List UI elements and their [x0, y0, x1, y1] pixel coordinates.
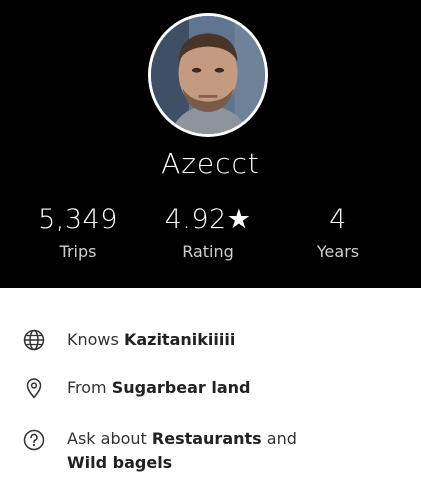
stat-trips: 5,349 Trips [13, 204, 143, 261]
location-pin-icon [26, 378, 42, 399]
ask-about-text: Ask about Restaurants and Wild bagels [67, 427, 403, 475]
driver-profile: Azecct 5,349 Trips 4.92★ Rating 4 Years … [0, 0, 421, 498]
stat-years: 4 Years [273, 204, 403, 261]
ask-about-joiner: and [261, 429, 297, 448]
avatar-photo [151, 16, 265, 134]
profile-header: Azecct 5,349 Trips 4.92★ Rating 4 Years [0, 0, 421, 288]
stat-trips-label: Trips [59, 242, 97, 261]
hometown-text: From Sugarbear land [67, 376, 403, 400]
stat-rating-value: 4.92★ [164, 204, 252, 235]
stat-trips-value: 5,349 [38, 204, 118, 235]
question-circle-icon [23, 429, 45, 451]
languages-value: Kazitanikiiiii [123, 330, 236, 349]
hometown-prefix: From [67, 378, 112, 397]
ask-about-prefix: Ask about [67, 429, 152, 448]
driver-name: Azecct [161, 147, 260, 180]
stat-rating-label: Rating [182, 242, 234, 261]
stat-rating: 4.92★ Rating [143, 204, 273, 261]
hometown-value: Sugarbear land [111, 378, 251, 397]
ask-about-topic-2: Wild bagels [67, 453, 173, 472]
avatar [148, 13, 268, 137]
globe-icon [23, 329, 45, 351]
languages-prefix: Knows [67, 330, 124, 349]
stat-years-label: Years [316, 242, 360, 261]
ask-about-topic-1: Restaurants [151, 429, 262, 448]
stat-years-value: 4 [329, 204, 347, 235]
languages-text: Knows Kazitanikiiiii [67, 328, 403, 352]
